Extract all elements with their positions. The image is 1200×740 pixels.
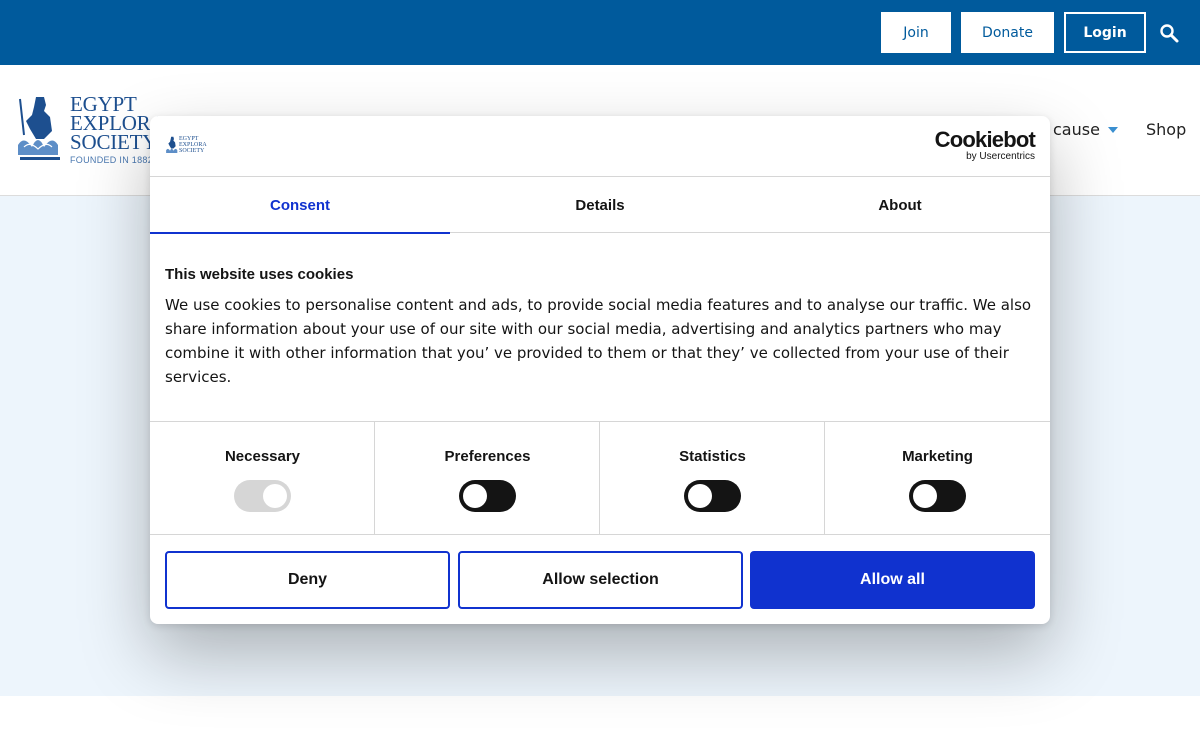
- tab-about[interactable]: About: [750, 177, 1050, 233]
- site-logo[interactable]: EGYPT EXPLORA SOCIETY FOUNDED IN 1882: [14, 94, 166, 167]
- consent-content: This website uses cookies We use cookies…: [165, 266, 1035, 389]
- marketing-toggle[interactable]: [909, 480, 966, 512]
- join-button[interactable]: Join: [881, 12, 951, 53]
- cookiebot-logo[interactable]: Cookiebot by Usercentrics: [934, 127, 1036, 163]
- cookiebot-brand: Cookiebot: [934, 127, 1036, 152]
- dialog-header: EGYPT EXPLORA SOCIETY Cookiebot by Userc…: [150, 116, 1050, 177]
- category-preferences: Preferences: [375, 422, 600, 535]
- login-button[interactable]: Login: [1064, 12, 1146, 53]
- nav-item-shop[interactable]: Shop: [1146, 120, 1186, 139]
- category-marketing: Marketing: [825, 422, 1050, 535]
- toggle-knob: [913, 484, 937, 508]
- toggle-knob: [463, 484, 487, 508]
- logo-emblem-icon: [166, 136, 178, 153]
- dialog-tabs: Consent Details About: [150, 177, 1050, 234]
- mini-logo-line-3: SOCIETY: [179, 148, 205, 154]
- consent-body: We use cookies to personalise content an…: [165, 296, 1032, 386]
- tab-details[interactable]: Details: [450, 177, 750, 233]
- category-label: Statistics: [679, 448, 746, 465]
- allow-selection-button[interactable]: Allow selection: [458, 551, 743, 609]
- category-label: Preferences: [444, 448, 531, 465]
- nav-item-cause[interactable]: cause: [1053, 120, 1118, 139]
- donate-button[interactable]: Donate: [961, 12, 1054, 53]
- tab-consent[interactable]: Consent: [150, 177, 450, 234]
- nav-cause-label: cause: [1053, 120, 1100, 139]
- logo-founded: FOUNDED IN 1882: [70, 155, 154, 165]
- necessary-toggle: [234, 480, 291, 512]
- deny-button[interactable]: Deny: [165, 551, 450, 609]
- search-icon[interactable]: [1158, 22, 1180, 44]
- consent-heading: This website uses cookies: [165, 266, 354, 283]
- toggle-knob: [263, 484, 287, 508]
- site-mini-logo: EGYPT EXPLORA SOCIETY: [165, 135, 225, 159]
- category-label: Necessary: [224, 448, 301, 465]
- cookiebot-brand-sub: by Usercentrics: [966, 151, 1035, 162]
- category-necessary: Necessary: [150, 422, 375, 535]
- category-label: Marketing: [902, 448, 973, 465]
- category-statistics: Statistics: [600, 422, 825, 535]
- cookie-category-toggles: Necessary Preferences Statistics Marketi…: [150, 421, 1050, 535]
- statistics-toggle[interactable]: [684, 480, 741, 512]
- preferences-toggle[interactable]: [459, 480, 516, 512]
- chevron-down-icon: [1107, 126, 1118, 133]
- toggle-knob: [688, 484, 712, 508]
- top-utility-bar: Join Donate Login: [0, 0, 1200, 65]
- logo-emblem-icon: [18, 97, 60, 160]
- allow-all-button[interactable]: Allow all: [750, 551, 1035, 609]
- cookie-consent-dialog: EGYPT EXPLORA SOCIETY Cookiebot by Userc…: [150, 116, 1050, 624]
